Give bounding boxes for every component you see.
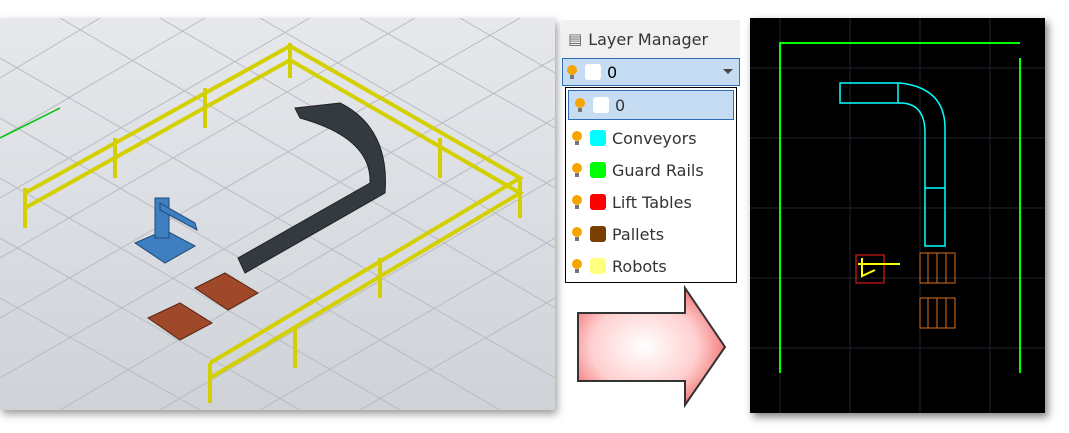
layer-color-swatch bbox=[590, 226, 606, 242]
lightbulb-icon[interactable] bbox=[572, 227, 582, 241]
layer-manager-header: ▤ Layer Manager bbox=[562, 20, 740, 58]
layer-manager-title: Layer Manager bbox=[588, 29, 709, 49]
lightbulb-icon[interactable] bbox=[572, 131, 582, 145]
layer-item[interactable]: 0 bbox=[568, 90, 734, 120]
layer-manager-panel: ▤ Layer Manager 0 0 Conveyors Guard Rails L… bbox=[562, 20, 740, 283]
2d-cad-viewport[interactable] bbox=[750, 18, 1045, 413]
layer-color-swatch bbox=[590, 162, 606, 178]
layer-item-label: Guard Rails bbox=[612, 160, 704, 180]
layer-item-label: Conveyors bbox=[612, 128, 697, 148]
layer-color-swatch bbox=[593, 97, 609, 113]
arrow-right-icon bbox=[577, 285, 727, 409]
lightbulb-icon[interactable] bbox=[572, 195, 582, 209]
3d-scene bbox=[0, 17, 556, 411]
layer-color-swatch bbox=[585, 64, 601, 80]
layer-manager-icon: ▤ bbox=[568, 30, 583, 48]
cad-robot bbox=[858, 258, 900, 278]
layer-dropdown[interactable]: 0 bbox=[562, 58, 740, 86]
layer-item-label: Lift Tables bbox=[612, 192, 692, 212]
conveyor bbox=[237, 102, 386, 274]
layer-item-label: 0 bbox=[615, 95, 626, 115]
layer-dropdown-value: 0 bbox=[607, 62, 618, 82]
lightbulb-icon[interactable] bbox=[575, 98, 585, 112]
layer-item-label: Pallets bbox=[612, 224, 665, 244]
lightbulb-icon[interactable] bbox=[572, 163, 582, 177]
layer-list: 0 Conveyors Guard Rails Lift Tables Pallets R… bbox=[565, 87, 737, 283]
layer-color-swatch bbox=[590, 194, 606, 210]
layer-item[interactable]: Guard Rails bbox=[566, 154, 736, 186]
layer-color-swatch bbox=[590, 258, 606, 274]
layer-item-label: Robots bbox=[612, 256, 667, 276]
layer-item[interactable]: Conveyors bbox=[566, 122, 736, 154]
cad-drawing bbox=[750, 18, 1045, 413]
cad-pallets bbox=[919, 252, 956, 329]
layer-item[interactable]: Lift Tables bbox=[566, 186, 736, 218]
cad-lift-table bbox=[855, 254, 885, 284]
layer-color-swatch bbox=[590, 130, 606, 146]
robot bbox=[133, 197, 198, 264]
lightbulb-icon[interactable] bbox=[572, 259, 582, 273]
3d-viewport[interactable] bbox=[0, 17, 556, 411]
chevron-down-icon[interactable] bbox=[723, 69, 733, 79]
cad-conveyor bbox=[839, 82, 946, 247]
lightbulb-icon[interactable] bbox=[567, 65, 577, 79]
guard-rails bbox=[23, 43, 524, 403]
layer-item[interactable]: Pallets bbox=[566, 218, 736, 250]
layer-item[interactable]: Robots bbox=[566, 250, 736, 282]
